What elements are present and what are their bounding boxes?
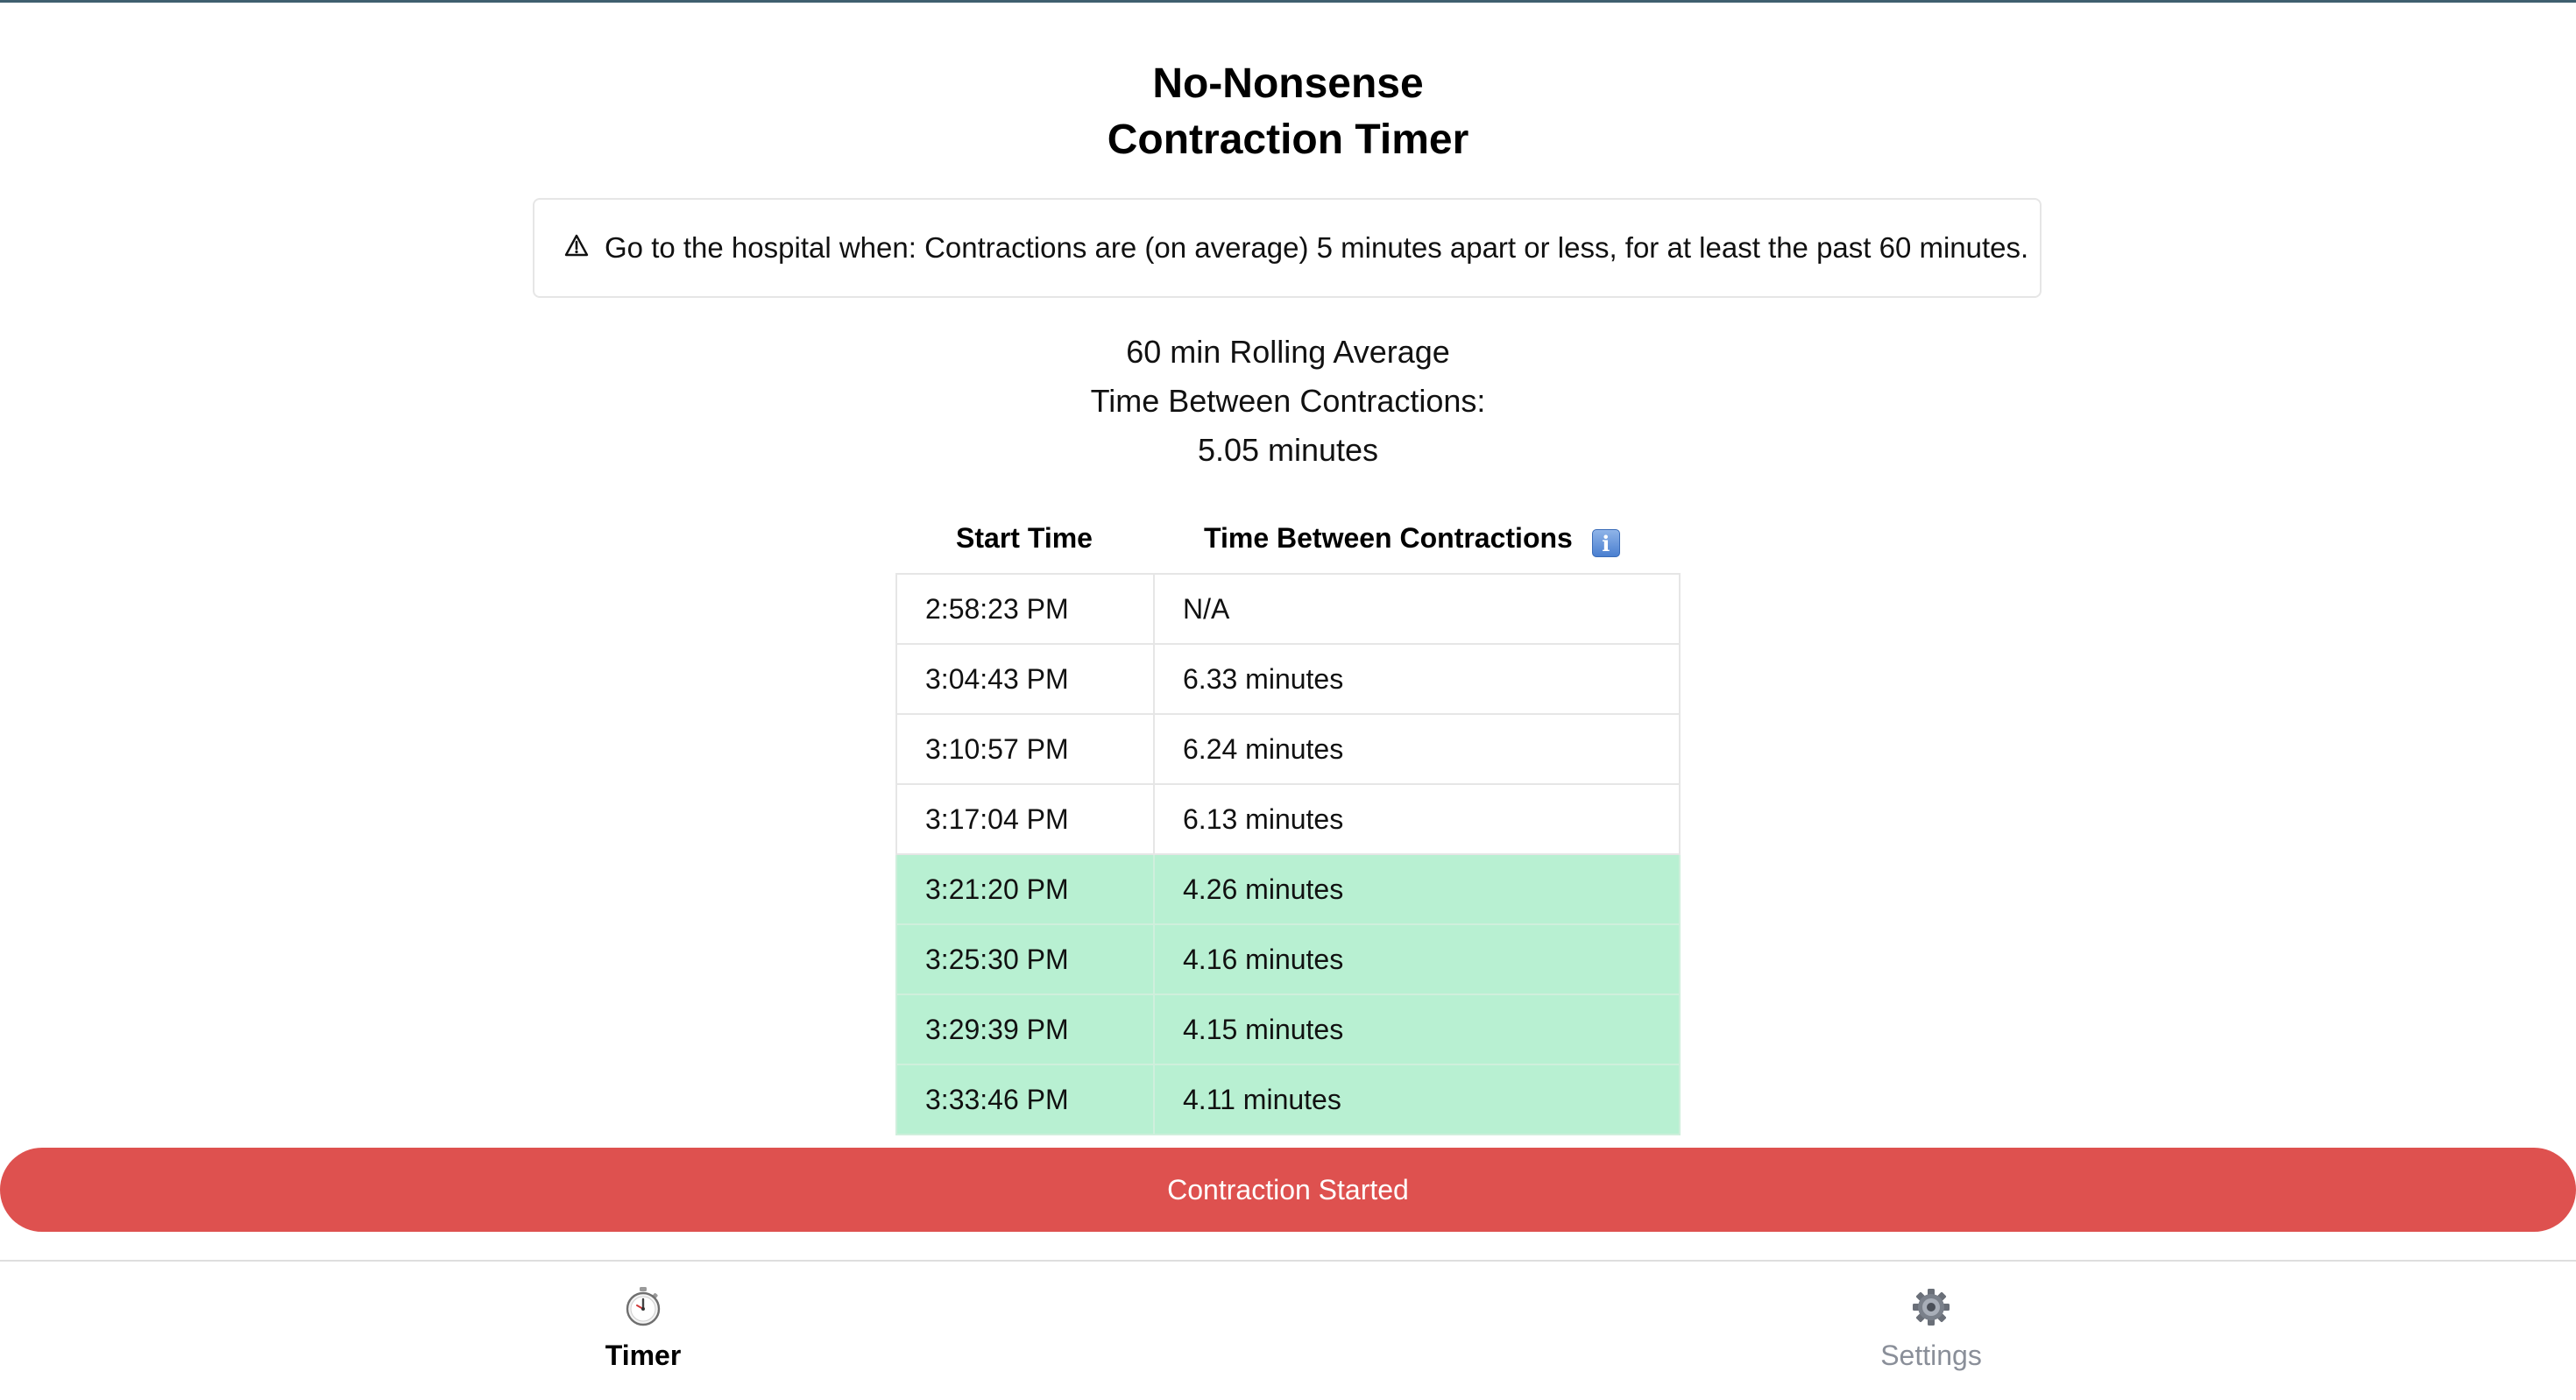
start-time-cell: 3:17:04 PM [895, 783, 1155, 855]
top-border [0, 0, 2576, 3]
time-between-cell: 6.33 minutes [1153, 643, 1681, 715]
tab-timer[interactable]: Timer [512, 1284, 775, 1377]
column-header-label: Time Between Contractions [1204, 522, 1573, 554]
table-row: 3:21:20 PM 4.26 minutes [895, 853, 1681, 925]
average-label-2: Time Between Contractions: [1090, 383, 1486, 419]
start-time-cell: 2:58:23 PM [895, 573, 1155, 645]
gear-icon [1800, 1284, 2063, 1333]
time-between-cell: 6.24 minutes [1153, 713, 1681, 785]
table-row: 3:25:30 PM 4.16 minutes [895, 923, 1681, 995]
start-time-cell: 3:29:39 PM [895, 993, 1155, 1065]
average-value: 5.05 minutes [1197, 432, 1379, 468]
hospital-alert: Go to the hospital when: Contractions ar… [533, 198, 2042, 298]
time-between-cell: 6.13 minutes [1153, 783, 1681, 855]
title-line-1: No-Nonsense [1152, 60, 1424, 107]
contractions-table: 2:58:23 PM N/A 3:04:43 PM 6.33 minutes 3:10:… [895, 573, 1681, 1135]
table-row: 3:04:43 PM 6.33 minutes [895, 643, 1681, 715]
page-title: No-Nonsense Contraction Timer [0, 56, 2576, 168]
time-between-cell: 4.16 minutes [1153, 923, 1681, 995]
tab-settings-label: Settings [1880, 1340, 1982, 1371]
table-row: 3:29:39 PM 4.15 minutes [895, 993, 1681, 1065]
alert-text: Go to the hospital when: Contractions ar… [605, 231, 2029, 264]
table-row: 2:58:23 PM N/A [895, 573, 1681, 645]
start-time-cell: 3:21:20 PM [895, 853, 1155, 925]
start-time-cell: 3:10:57 PM [895, 713, 1155, 785]
table-header: Start Time Time Between Contractions i [895, 515, 1681, 561]
contraction-started-button[interactable]: Contraction Started [0, 1148, 2576, 1232]
start-time-cell: 3:25:30 PM [895, 923, 1155, 995]
time-between-cell: 4.11 minutes [1153, 1064, 1681, 1135]
table-row: 3:10:57 PM 6.24 minutes [895, 713, 1681, 785]
average-label-1: 60 min Rolling Average [1126, 334, 1450, 370]
rolling-average: 60 min Rolling Average Time Between Cont… [0, 328, 2576, 475]
start-time-cell: 3:33:46 PM [895, 1064, 1155, 1135]
tab-timer-label: Timer [605, 1340, 682, 1371]
time-between-cell: N/A [1153, 573, 1681, 645]
time-between-cell: 4.26 minutes [1153, 853, 1681, 925]
info-icon[interactable]: i [1591, 529, 1620, 557]
start-time-cell: 3:04:43 PM [895, 643, 1155, 715]
table-row: 3:17:04 PM 6.13 minutes [895, 783, 1681, 855]
nav-divider [0, 1260, 2576, 1262]
stopwatch-icon [512, 1284, 775, 1333]
time-between-cell: 4.15 minutes [1153, 993, 1681, 1065]
column-header-time-between: Time Between Contractions i [1204, 515, 1620, 561]
title-line-2: Contraction Timer [1107, 117, 1469, 163]
tab-settings[interactable]: Settings [1800, 1284, 2063, 1377]
table-row: 3:33:46 PM 4.11 minutes [895, 1064, 1681, 1135]
column-header-start-time: Start Time [956, 522, 1093, 554]
warning-icon [564, 234, 591, 262]
